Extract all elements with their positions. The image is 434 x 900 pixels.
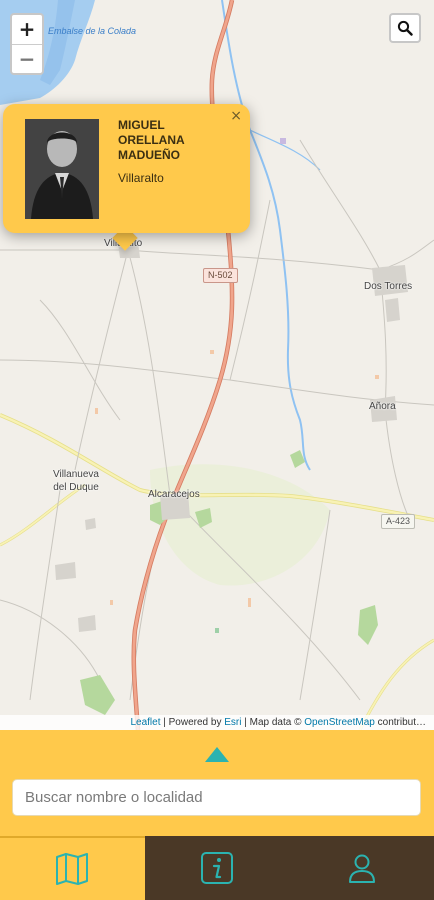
attribution-text-2: | Map data © — [241, 717, 305, 728]
zoom-in-button[interactable]: + — [12, 15, 42, 44]
person-popup[interactable]: × MIGUEL ORELLANA MADUEÑO Villaralto — [3, 104, 250, 233]
bottom-nav — [0, 836, 434, 900]
place-label-villanueva: Villanueva del Duque — [53, 469, 99, 493]
user-icon — [348, 854, 375, 883]
map-view[interactable]: Embalse de la Colada Villaralto Dos Torr… — [0, 0, 434, 730]
zoom-control: + − — [10, 13, 44, 75]
nav-item-profile[interactable] — [289, 836, 434, 900]
place-label-anora: Añora — [369, 401, 396, 412]
person-photo[interactable] — [25, 119, 99, 219]
person-place: Villaralto — [118, 171, 164, 185]
search-input[interactable] — [12, 779, 421, 816]
nav-item-info[interactable] — [145, 836, 290, 900]
osm-link[interactable]: OpenStreetMap — [304, 717, 375, 728]
attribution-text-3: contribut… — [374, 717, 426, 728]
place-label-alcaracejos: Alcaracejos — [148, 489, 200, 500]
nav-item-map[interactable] — [0, 836, 145, 900]
popup-close-button[interactable]: × — [230, 108, 242, 124]
magnifier-icon — [397, 20, 413, 36]
map-attribution: Leaflet | Powered by Esri | Map data © O… — [0, 715, 434, 730]
road-shield-n502: N-502 — [203, 268, 238, 283]
attribution-text-1: | Powered by — [160, 717, 225, 728]
zoom-out-button[interactable]: − — [12, 44, 42, 73]
info-icon — [201, 852, 233, 884]
triangle-up-icon[interactable] — [205, 747, 229, 762]
person-name: MIGUEL ORELLANA MADUEÑO — [118, 118, 185, 162]
reservoir-label: Embalse de la Colada — [48, 26, 137, 36]
esri-link[interactable]: Esri — [224, 717, 241, 728]
bottom-panel — [0, 730, 434, 836]
map-icon — [56, 853, 89, 885]
leaflet-link[interactable]: Leaflet — [130, 717, 160, 728]
map-search-button[interactable] — [389, 13, 421, 43]
place-label-dos-torres: Dos Torres — [364, 281, 413, 292]
road-shield-a423: A-423 — [381, 514, 416, 529]
